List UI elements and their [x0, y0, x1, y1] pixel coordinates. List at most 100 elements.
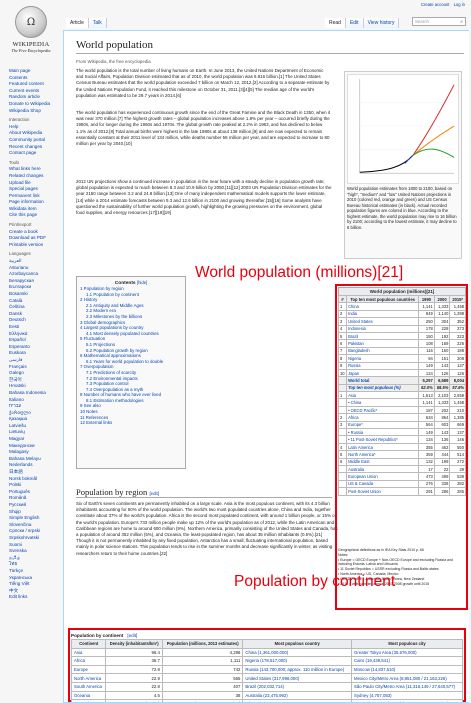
table-cell[interactable]: • OECD Pacific* [346, 405, 420, 415]
sidebar-link[interactable]: Français [9, 364, 50, 371]
table-cell[interactable]: United States (317,998,000) [242, 673, 353, 683]
table-cell[interactable]: Greater Tokyo Area (35,676,000) [351, 647, 463, 658]
table-cell[interactable]: Asia [346, 391, 420, 400]
tab-view-history[interactable]: View history [363, 18, 400, 28]
sidebar-link[interactable]: Български [9, 284, 50, 291]
tab-talk[interactable]: Talk [88, 18, 107, 28]
sidebar-link[interactable]: Srpskohrvatski [9, 535, 50, 542]
sidebar-link[interactable]: Русский [9, 502, 50, 509]
sidebar-link[interactable]: Galego [9, 370, 50, 377]
toc-hide-link[interactable]: [hide] [137, 280, 147, 285]
edit-section-link[interactable]: [edit] [149, 491, 159, 496]
sidebar-link[interactable]: Asturianu [9, 265, 50, 272]
sidebar-link[interactable]: Українська [9, 575, 50, 582]
sidebar-link[interactable]: Edit links [9, 594, 50, 601]
login-link[interactable]: Log in [454, 2, 465, 7]
create-account-link[interactable]: Create account [421, 2, 449, 7]
tab-article[interactable]: Article [66, 18, 89, 28]
sidebar-link[interactable]: Euskara [9, 350, 50, 357]
table-cell[interactable]: Nigeria (178,517,000) [242, 656, 353, 666]
table-cell[interactable]: Australia (23,475,992) [242, 690, 353, 701]
table-cell[interactable]: World total [346, 376, 420, 385]
table-cell[interactable]: Sydney (4,757,083) [351, 690, 463, 701]
table-cell[interactable]: Top ten most populous (%) [346, 383, 420, 393]
sidebar-link[interactable]: 中文 [9, 588, 50, 595]
sidebar-link[interactable]: العربية [9, 258, 50, 265]
sidebar-link[interactable]: Cite this page [9, 212, 50, 219]
table-cell[interactable]: Brazil [346, 331, 420, 341]
table-cell[interactable]: North America* [346, 450, 420, 459]
table-cell[interactable]: US & Canada [346, 479, 420, 489]
sidebar-link[interactable]: 한국어 [9, 377, 50, 384]
table-cell[interactable]: Latin America [346, 442, 420, 452]
edit-section-link[interactable]: [edit] [127, 633, 137, 638]
sidebar-link[interactable]: ქართული [9, 410, 50, 417]
sidebar-link[interactable]: Featured content [9, 81, 50, 88]
table-cell[interactable]: Russia [346, 361, 420, 370]
sidebar-link[interactable]: What links here [9, 166, 50, 173]
sidebar-link[interactable]: Српски / srpski [9, 528, 50, 535]
sidebar-link[interactable]: Eesti [9, 324, 50, 331]
table-cell[interactable]: Africa [70, 656, 107, 666]
table-cell[interactable]: Middle East [346, 457, 420, 467]
sidebar-link[interactable]: Shqip [9, 509, 50, 516]
sidebar-link[interactable]: Wikipedia Shop [9, 108, 50, 115]
sidebar-link[interactable]: Bahasa Melayu [9, 456, 50, 463]
sidebar-link[interactable]: Help [9, 124, 50, 131]
sidebar-link[interactable]: Donate to Wikipedia [9, 101, 50, 108]
sidebar-link[interactable]: Bahasa Indonesia [9, 390, 50, 397]
sidebar-link[interactable]: Main page [9, 68, 50, 75]
sidebar-link[interactable]: Page information [9, 199, 50, 206]
tab-edit[interactable]: Edit [345, 18, 364, 28]
sidebar-link[interactable]: Azərbaycanca [9, 271, 50, 278]
table-cell[interactable]: Mexico City/Metro Area (8,851,080 / 21,1… [351, 673, 463, 683]
table-cell[interactable]: Oceania [70, 690, 107, 701]
sidebar-link[interactable]: Беларуская [9, 278, 50, 285]
table-cell[interactable]: • 11 Post-Soviet Republics* [346, 435, 420, 444]
toc-item[interactable]: 12 External links [80, 420, 182, 426]
sidebar-link[interactable]: Wikidata item [9, 206, 50, 213]
sidebar-link[interactable]: Slovenčina [9, 522, 50, 529]
sidebar-link[interactable]: Bosanski [9, 291, 50, 298]
sidebar-link[interactable]: Deutsch [9, 317, 50, 324]
sidebar-link[interactable]: Čeština [9, 304, 50, 311]
table-cell[interactable]: Europe* [346, 420, 420, 430]
sidebar-link[interactable]: Create a book [9, 229, 50, 236]
sidebar-link[interactable]: Қазақша [9, 416, 50, 423]
sidebar-link[interactable]: Permanent link [9, 193, 50, 200]
table-cell[interactable]: Brazil (202,032,714) [242, 681, 353, 692]
search-input[interactable]: Search ⌕ [412, 17, 466, 26]
sidebar-link[interactable]: Hrvatski [9, 383, 50, 390]
sidebar-link[interactable]: Random article [9, 94, 50, 101]
sidebar-link[interactable]: Community portal [9, 137, 50, 144]
table-cell[interactable]: China [346, 302, 420, 311]
sidebar-link[interactable]: Ελληνικά [9, 331, 50, 338]
sidebar-link[interactable]: Esperanto [9, 344, 50, 351]
sidebar-link[interactable]: Norsk bokmål [9, 476, 50, 483]
sidebar-link[interactable]: Current events [9, 88, 50, 95]
sidebar-link[interactable]: Related changes [9, 173, 50, 180]
table-cell[interactable]: Europe [70, 664, 107, 675]
sidebar-link[interactable]: ไทย [9, 561, 50, 568]
table-cell[interactable]: China (1,361,000,000) [242, 647, 353, 658]
table-cell[interactable]: United States [346, 317, 420, 326]
sidebar-link[interactable]: Lietuvių [9, 429, 50, 436]
sidebar-link[interactable]: 日本語 [9, 469, 50, 476]
sidebar-link[interactable]: Dansk [9, 311, 50, 318]
sidebar-link[interactable]: Download as PDF [9, 235, 50, 242]
sidebar-link[interactable]: Latviešu [9, 423, 50, 430]
tab-read[interactable]: Read [325, 18, 346, 28]
sidebar-link[interactable]: Svenska [9, 548, 50, 555]
search-icon[interactable]: ⌕ [460, 19, 463, 25]
table-cell[interactable]: Cairo (19,439,541) [351, 656, 463, 666]
table-cell[interactable]: Bangladesh [346, 346, 420, 356]
table-cell[interactable]: São Paulo City/Metro Area (11,316,149 / … [351, 681, 463, 692]
sidebar-link[interactable]: Македонски [9, 443, 50, 450]
sidebar-link[interactable]: Polski [9, 482, 50, 489]
sidebar-link[interactable]: עברית [9, 403, 50, 410]
table-cell[interactable]: Post-Soviet Union [346, 487, 420, 496]
sidebar-link[interactable]: Special pages [9, 186, 50, 193]
table-cell[interactable]: Nigeria [346, 354, 420, 363]
sidebar-link[interactable]: Upload file [9, 180, 50, 187]
table-cell[interactable]: • China [346, 398, 420, 407]
